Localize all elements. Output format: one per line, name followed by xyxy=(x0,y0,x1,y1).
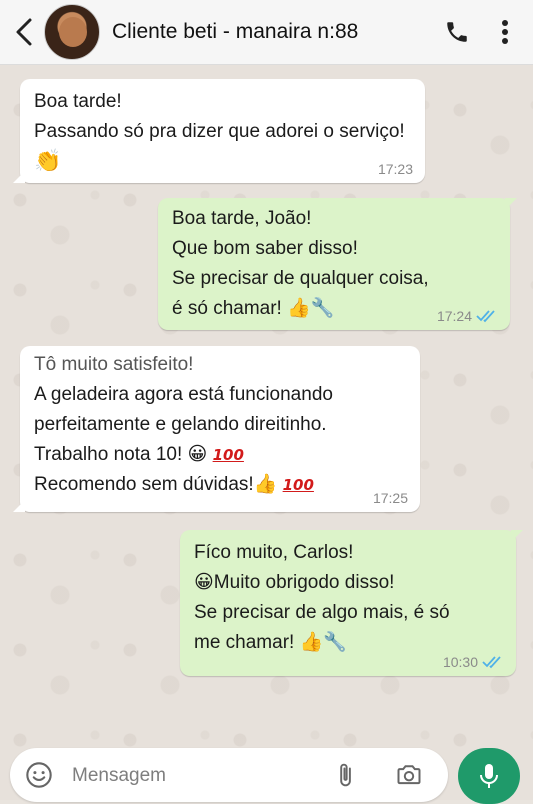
read-ticks-icon xyxy=(482,656,501,669)
more-options-button[interactable] xyxy=(483,0,527,64)
more-vertical-icon xyxy=(502,20,508,44)
message-time: 10:30 xyxy=(442,654,478,670)
bubble-tail xyxy=(13,500,25,512)
message-text: Recomendo sem dúvidas!👍 xyxy=(34,474,278,495)
message-text: Passando só pra dizer que adorei o servi… xyxy=(34,121,405,142)
smiley-icon xyxy=(26,762,52,788)
avatar[interactable] xyxy=(44,4,100,60)
bubble-tail xyxy=(13,171,25,183)
message-text: Boa tarde, João! xyxy=(172,208,312,229)
emoji-button[interactable] xyxy=(24,760,54,790)
message-composer xyxy=(10,748,448,802)
chat-header: Cliente beti - manaira n:88 xyxy=(0,0,533,65)
back-arrow-icon xyxy=(16,18,32,46)
message-meta: 17:24 xyxy=(437,308,498,324)
camera-button[interactable] xyxy=(394,760,424,790)
message-text: Boa tarde! xyxy=(34,91,122,112)
call-button[interactable] xyxy=(431,0,483,64)
message-text: Se precisar de qualquer coisa, xyxy=(172,268,429,289)
message-bubble-outgoing[interactable]: Boa tarde, João! Que bom saber disso! Se… xyxy=(158,198,517,330)
message-bubble-incoming[interactable]: Tô muito satisfeito! A geladeira agora e… xyxy=(13,346,420,512)
read-ticks-icon xyxy=(476,310,495,323)
phone-icon xyxy=(447,22,467,42)
message-time: 17:25 xyxy=(372,490,408,506)
message-meta: 10:30 xyxy=(443,654,504,670)
camera-icon xyxy=(397,765,421,785)
message-text: Fíco muito, Carlos! xyxy=(194,542,354,563)
message-time: 17:24 xyxy=(436,308,472,324)
message-text: Trabalho nota 10! 😀 xyxy=(34,444,208,465)
message-meta: 17:23 xyxy=(378,161,413,177)
bubble-tail xyxy=(505,198,517,210)
message-meta: 17:25 xyxy=(373,490,408,506)
message-text: 😀Muito obrigodo disso! xyxy=(194,572,395,593)
message-text: Que bom saber disso! xyxy=(172,238,358,259)
message-bubble-incoming[interactable]: Boa tarde! Passando só pra dizer que ado… xyxy=(13,79,425,183)
message-text: Se precisar de algo mais, é só xyxy=(194,602,450,623)
hundred-points-emoji: 100 xyxy=(212,446,244,464)
hundred-points-emoji: 100 xyxy=(282,476,314,494)
bubble-tail xyxy=(511,530,523,542)
message-text: perfeitamente e gelando direitinho. xyxy=(34,414,327,435)
contact-name[interactable]: Cliente beti - manaira n:88 xyxy=(112,20,431,44)
message-text: Tô muito satisfeito! xyxy=(34,354,194,375)
back-button[interactable] xyxy=(4,0,44,64)
message-input[interactable] xyxy=(70,760,304,792)
message-time: 17:23 xyxy=(377,161,413,177)
microphone-icon xyxy=(480,764,498,788)
voice-record-button[interactable] xyxy=(458,748,520,804)
paperclip-icon xyxy=(340,763,351,787)
message-bubble-outgoing[interactable]: Fíco muito, Carlos! 😀Muito obrigodo diss… xyxy=(180,530,523,676)
attach-button[interactable] xyxy=(330,760,360,790)
message-text: A geladeira agora está funcionando xyxy=(34,384,333,405)
clapping-hands-emoji: 👏 xyxy=(34,149,62,174)
